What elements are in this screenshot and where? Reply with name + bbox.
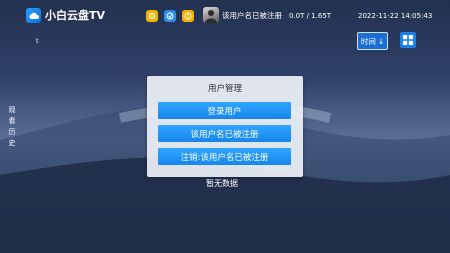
info-icon[interactable] — [164, 10, 176, 22]
avatar[interactable] — [203, 7, 219, 23]
storage-usage: 0.0T / 1.65T — [289, 12, 332, 20]
top-bar: 小白云盘TV ? 该用户名已被注册 0.0T / 1.65T 2022-11-2… — [0, 0, 450, 32]
login-user-button[interactable]: 登录用户 — [158, 102, 291, 119]
settings-icon[interactable] — [146, 10, 158, 22]
path-label: t — [36, 37, 39, 45]
grid-view-button[interactable] — [400, 32, 416, 48]
datetime: 2022-11-22 14:05:43 — [358, 12, 433, 20]
app-title: 小白云盘TV — [45, 9, 106, 22]
current-user-button[interactable]: 该用户名已被注册 — [158, 125, 291, 142]
svg-text:?: ? — [187, 14, 190, 20]
user-management-dialog: 用户管理 登录用户 该用户名已被注册 注销:该用户名已被注册 — [147, 76, 303, 177]
app-logo-icon — [26, 8, 41, 23]
grid-icon — [403, 35, 413, 45]
empty-state-text: 暂无数据 — [206, 179, 238, 188]
dialog-title: 用户管理 — [207, 84, 242, 94]
logout-user-button[interactable]: 注销:该用户名已被注册 — [158, 148, 291, 165]
sort-label: 时间 — [360, 36, 376, 46]
sort-by-time-button[interactable]: 时间 ↓ — [357, 32, 388, 50]
watch-history-tab[interactable]: 观看历史 — [8, 105, 16, 149]
account-name[interactable]: 该用户名已被注册 — [222, 10, 282, 22]
help-icon[interactable]: ? — [182, 10, 194, 22]
sort-arrow-icon: ↓ — [377, 36, 385, 46]
